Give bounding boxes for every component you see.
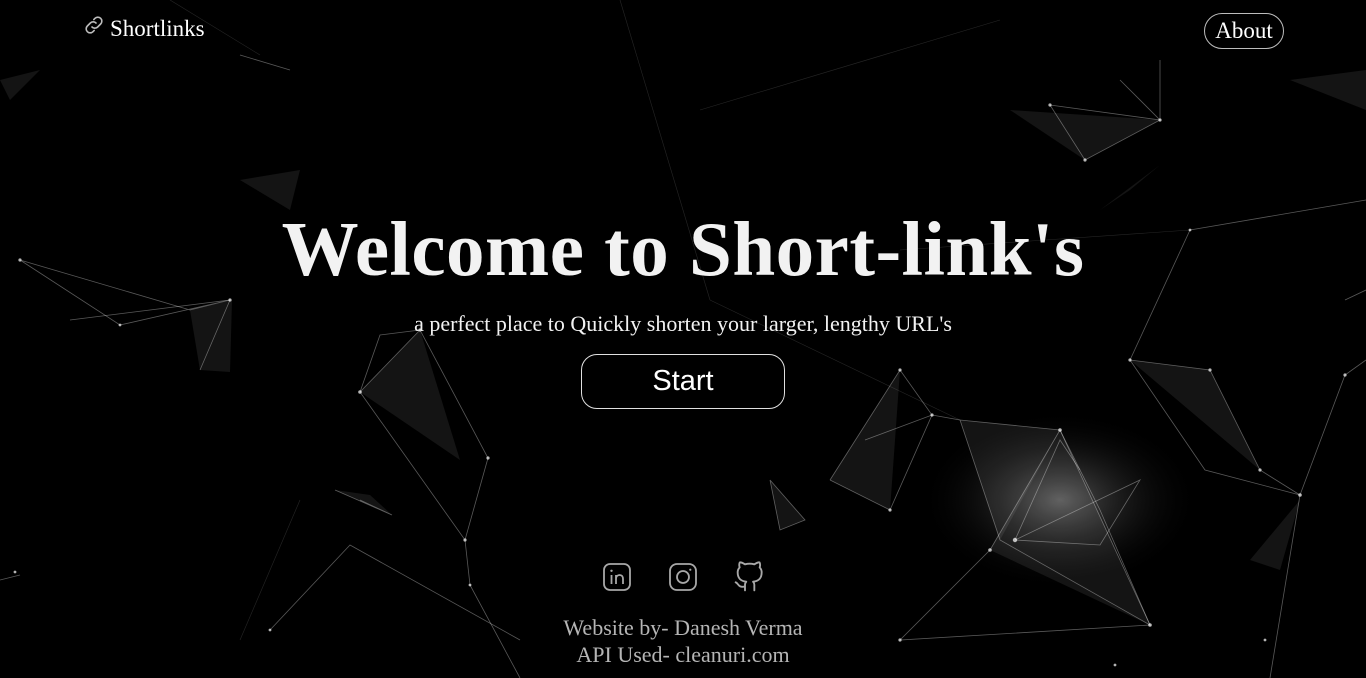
social-links bbox=[598, 558, 768, 596]
brand-link[interactable]: Shortlinks bbox=[82, 16, 205, 42]
link-icon bbox=[82, 13, 106, 37]
brand-label: Shortlinks bbox=[110, 16, 205, 41]
page-title: Welcome to Short-link's bbox=[281, 206, 1085, 292]
page-subtitle: a perfect place to Quickly shorten your … bbox=[414, 311, 952, 336]
author-credit: Website by- Danesh Verma bbox=[563, 615, 803, 640]
api-credit: API Used- cleanuri.com bbox=[576, 642, 790, 667]
start-button[interactable]: Start bbox=[581, 354, 785, 409]
instagram-icon[interactable] bbox=[664, 558, 702, 596]
about-button[interactable]: About bbox=[1204, 13, 1284, 49]
linkedin-icon[interactable] bbox=[598, 558, 636, 596]
github-icon[interactable] bbox=[730, 558, 768, 596]
